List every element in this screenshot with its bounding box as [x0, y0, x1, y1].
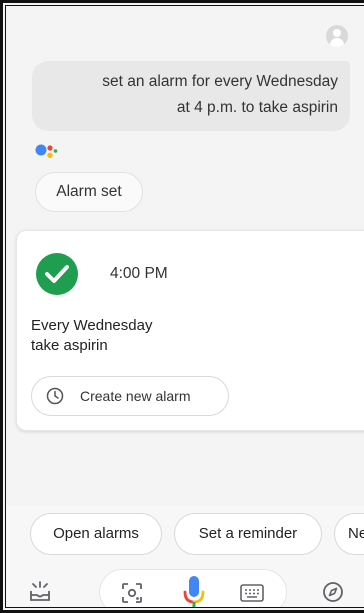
alarm-repeat: Every Wednesday — [31, 317, 153, 334]
clock-icon — [46, 387, 64, 405]
suggestion-set-reminder[interactable]: Set a reminder — [174, 513, 322, 555]
assistant-reply: Alarm set — [35, 172, 143, 212]
keyboard-icon[interactable] — [240, 583, 264, 603]
lens-icon[interactable] — [121, 582, 143, 604]
alarm-card[interactable]: 4:00 PM Every Wednesday take aspirin Cre… — [16, 230, 364, 431]
alarm-time: 4:00 PM — [110, 265, 168, 282]
user-query-line: set an alarm for every Wednesday — [102, 73, 338, 90]
account-avatar-icon[interactable] — [326, 25, 348, 47]
suggestion-next[interactable]: Ne — [334, 513, 364, 555]
user-query-bubble: set an alarm for every Wednesday at 4 p.… — [32, 61, 350, 131]
alarm-label: take aspirin — [31, 337, 108, 354]
explore-compass-icon[interactable] — [321, 580, 345, 604]
check-circle-icon — [36, 253, 78, 295]
updates-tray-icon[interactable] — [28, 581, 52, 603]
google-assistant-logo — [35, 144, 58, 158]
conversation-area: set an alarm for every Wednesday at 4 p.… — [5, 5, 364, 608]
user-query-line: at 4 p.m. to take aspirin — [176, 99, 338, 116]
assistant-screen: set an alarm for every Wednesday at 4 p.… — [0, 0, 364, 613]
create-new-alarm-label: Create new alarm — [80, 388, 191, 404]
input-pill — [99, 569, 287, 608]
mic-icon[interactable] — [183, 575, 205, 608]
create-new-alarm-button[interactable]: Create new alarm — [31, 376, 229, 416]
suggestion-open-alarms[interactable]: Open alarms — [30, 513, 162, 555]
bottom-bar — [6, 566, 364, 608]
